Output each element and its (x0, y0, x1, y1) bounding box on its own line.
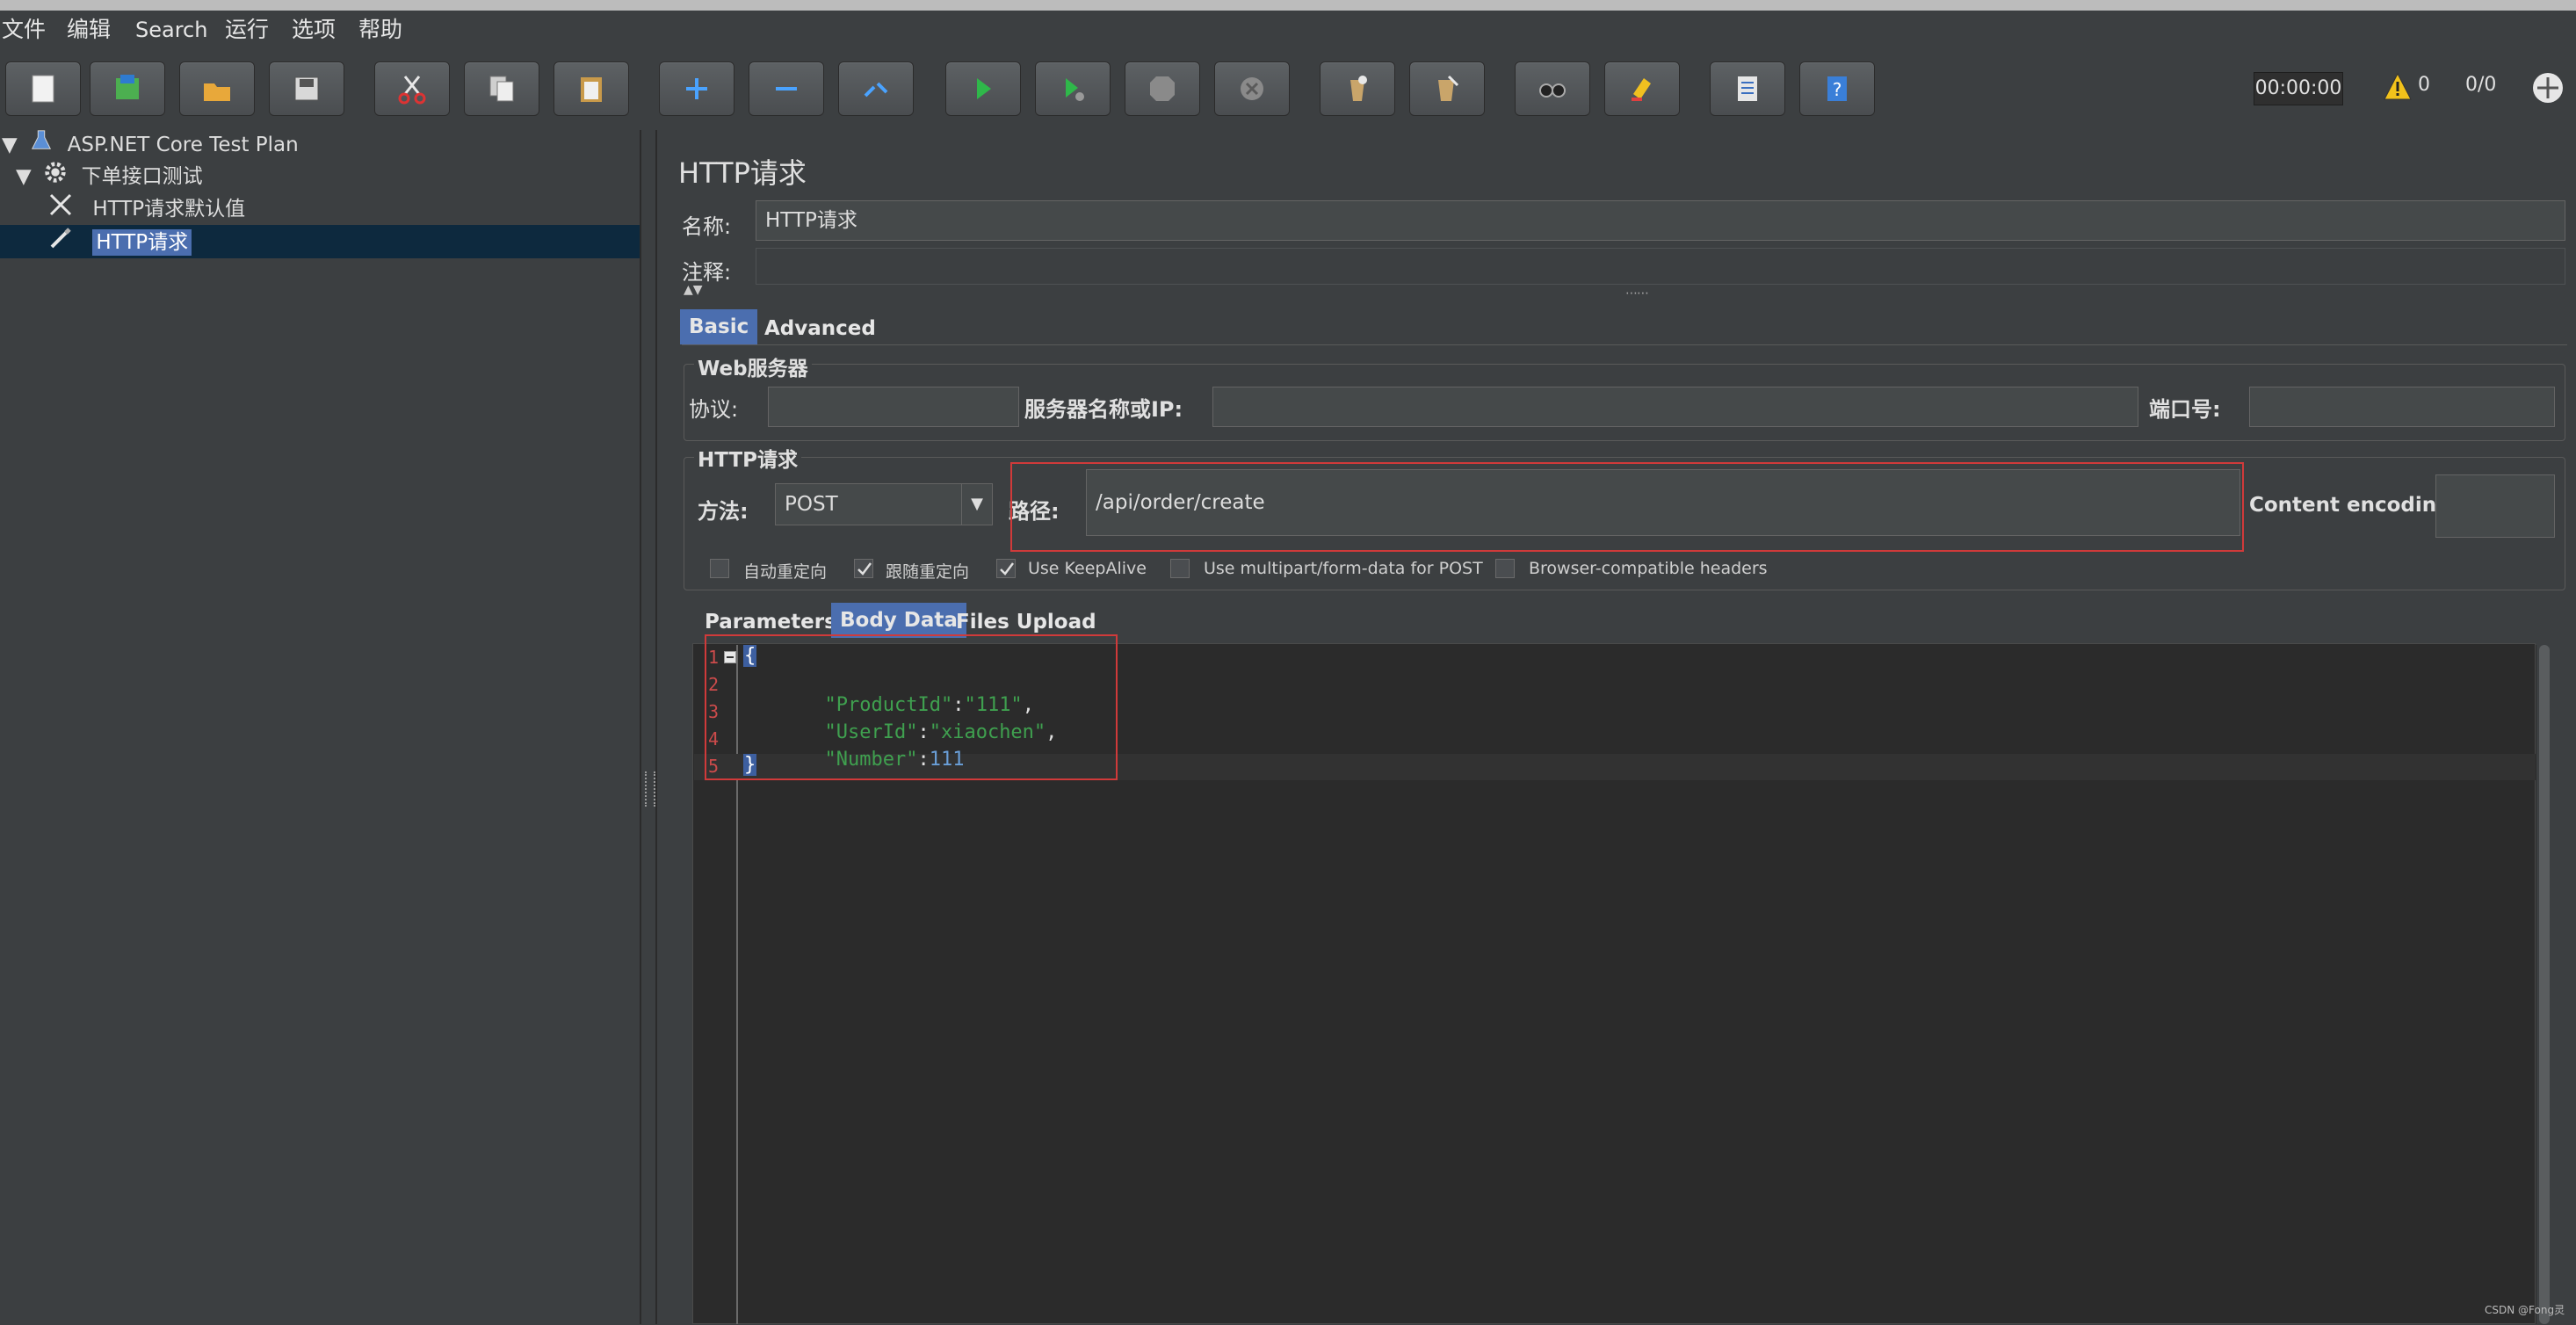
content-encoding-field[interactable] (2435, 474, 2555, 538)
check-icon (857, 562, 872, 576)
content-encoding-label: Content encoding: (2249, 494, 2459, 517)
menu-bar: 文件 编辑 Search 运行 选项 帮助 (0, 11, 2576, 49)
tree-node-http-request[interactable]: HTTP请求 (47, 225, 192, 257)
toolbar: ? (0, 51, 2576, 130)
port-field[interactable] (2249, 387, 2555, 427)
gear-icon (43, 160, 75, 194)
protocol-label: 协议: (689, 397, 739, 422)
port-label: 端口号: (2149, 397, 2221, 422)
active-threads-count: 0/0 (2465, 74, 2497, 96)
pane-splitter[interactable] (641, 130, 657, 1324)
pipette-icon (47, 225, 86, 261)
body-highlight-box (705, 634, 1118, 780)
menu-edit[interactable]: 编辑 (67, 11, 111, 49)
tree-node-label: 下单接口测试 (81, 165, 203, 188)
watermark: CSDN @Fong灵 (2485, 1304, 2565, 1316)
check-icon (1000, 562, 1014, 576)
resize-grip-icon[interactable]: ⋯⋯ (1625, 286, 1649, 300)
stop-icon[interactable] (1125, 62, 1200, 116)
follow-redirects-label: 跟随重定向 (886, 562, 970, 582)
start-icon[interactable] (945, 62, 1021, 116)
expand-icon[interactable] (659, 62, 734, 116)
redirect-auto-checkbox[interactable] (710, 559, 729, 578)
tree-node-label: HTTP请求默认值 (92, 198, 246, 221)
menu-file[interactable]: 文件 (2, 11, 46, 49)
path-highlight-box (1010, 462, 2244, 552)
tree-node-thread-group[interactable]: ▼ 下单接口测试 (16, 160, 203, 192)
panel-title: HTTP请求 (678, 156, 807, 190)
tab-body-data[interactable]: Body Data (831, 603, 966, 638)
copy-icon[interactable] (464, 62, 539, 116)
tree-node-http-defaults[interactable]: HTTP请求默认值 (47, 192, 245, 223)
chevron-down-icon[interactable]: ▼ (961, 484, 992, 525)
browser-headers-label: Browser-compatible headers (1529, 559, 1768, 578)
multipart-label: Use multipart/form-data for POST (1204, 559, 1483, 578)
menu-options[interactable]: 选项 (292, 11, 336, 49)
server-name-label: 服务器名称或IP: (1024, 397, 1183, 422)
expand-arrow-icon[interactable]: ▼ (2, 129, 23, 161)
multipart-checkbox[interactable] (1170, 559, 1190, 578)
keepalive-label: Use KeepAlive (1028, 559, 1147, 578)
splitter-grip-icon[interactable] (645, 771, 655, 807)
cut-icon[interactable] (374, 62, 450, 116)
method-select[interactable]: POST ▼ (775, 483, 993, 525)
name-label: 名称: (682, 214, 732, 239)
browser-headers-checkbox[interactable] (1495, 559, 1515, 578)
tree-node-test-plan[interactable]: ▼ ASP.NET Core Test Plan (2, 128, 299, 160)
clear-all-icon[interactable] (1409, 62, 1485, 116)
comment-field[interactable] (756, 248, 2565, 285)
warning-icon[interactable] (2383, 72, 2413, 102)
toggle-icon[interactable] (838, 62, 914, 116)
method-value: POST (785, 493, 838, 516)
expand-arrow-icon[interactable]: ▼ (16, 161, 37, 192)
menu-run[interactable]: 运行 (225, 11, 269, 49)
scrollbar-thumb[interactable] (2539, 645, 2550, 1324)
templates-icon[interactable] (90, 62, 165, 116)
search-icon[interactable] (1515, 62, 1590, 116)
tree-node-label: HTTP请求 (92, 229, 192, 256)
follow-redirects-checkbox[interactable] (854, 559, 873, 578)
help-icon[interactable]: ? (1799, 62, 1875, 116)
menu-search[interactable]: Search (135, 11, 207, 49)
new-icon[interactable] (5, 62, 81, 116)
editor-scrollbar[interactable] (2536, 645, 2552, 1324)
clear-icon[interactable] (1320, 62, 1395, 116)
tab-advanced[interactable]: Advanced (756, 311, 885, 346)
keepalive-checkbox[interactable] (996, 559, 1016, 578)
start-no-pause-icon[interactable] (1035, 62, 1111, 116)
warning-count: 0 (2418, 74, 2430, 96)
menu-help[interactable]: 帮助 (358, 11, 402, 49)
tree-node-label: ASP.NET Core Test Plan (67, 134, 299, 156)
window-top-strip (0, 0, 2576, 11)
comment-label: 注释: (682, 260, 732, 285)
function-helper-icon[interactable] (1710, 62, 1785, 116)
collapse-arrows-icon[interactable]: ▲▼ (684, 284, 703, 296)
remote-engine-icon[interactable] (2530, 70, 2565, 105)
test-plan-tree (0, 130, 641, 1324)
save-icon[interactable] (269, 62, 344, 116)
flask-icon (29, 128, 61, 163)
collapse-icon[interactable] (749, 62, 824, 116)
svg-text:?: ? (1833, 79, 1842, 100)
open-icon[interactable] (179, 62, 255, 116)
http-request-title: HTTP请求 (694, 443, 802, 473)
redirect-auto-label: 自动重定向 (743, 562, 828, 582)
tab-basic[interactable]: Basic (680, 309, 758, 344)
wrench-icon (47, 192, 86, 228)
shutdown-icon[interactable] (1214, 62, 1290, 116)
name-field[interactable]: HTTP请求 (756, 200, 2565, 241)
reset-search-icon[interactable] (1604, 62, 1680, 116)
server-name-field[interactable] (1212, 387, 2138, 427)
method-label: 方法: (698, 499, 749, 524)
elapsed-timer: 00:00:00 (2254, 72, 2343, 105)
protocol-field[interactable] (768, 387, 1019, 427)
paste-icon[interactable] (554, 62, 629, 116)
web-server-title: Web服务器 (694, 351, 812, 381)
